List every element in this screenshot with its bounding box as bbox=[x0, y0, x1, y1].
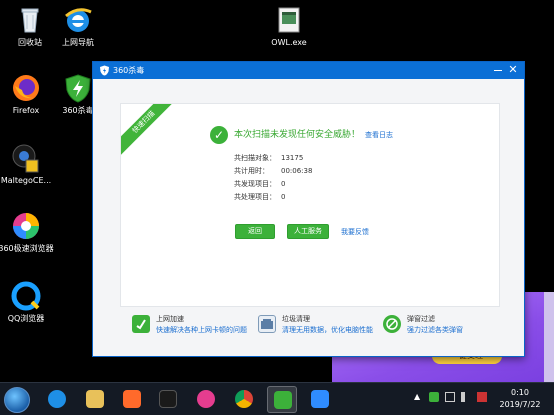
desktop-icon-label: 上网导航 bbox=[62, 38, 94, 47]
tray-flag-icon[interactable] bbox=[477, 392, 487, 402]
feature-desc: 快速解决各种上网卡顿的问题 bbox=[156, 326, 247, 334]
feature-title: 上网加速 bbox=[156, 315, 184, 323]
maltego-taskbar-icon bbox=[159, 390, 177, 408]
antivirus-window: 360杀毒 ✕ 快速扫描 ✓ 本次扫描未发现任何安全威胁！ 查看日志 共扫描对象… bbox=[92, 61, 525, 357]
taskbar-chrome[interactable] bbox=[229, 386, 259, 413]
tray-chevron-icon[interactable]: ▲ bbox=[414, 392, 424, 402]
360-browser-icon bbox=[10, 210, 42, 242]
start-button[interactable] bbox=[4, 387, 30, 413]
scan-type-ribbon: 快速扫描 bbox=[121, 104, 181, 164]
stat-row: 共计用时： 00:06:38 bbox=[234, 165, 354, 178]
view-log-link[interactable]: 查看日志 bbox=[365, 130, 393, 141]
window-titlebar[interactable]: 360杀毒 ✕ bbox=[93, 62, 524, 79]
360-guard-icon bbox=[311, 390, 329, 408]
maltego-icon bbox=[10, 142, 42, 174]
360-shield-taskbar-icon bbox=[274, 391, 292, 409]
taskbar-maltego[interactable] bbox=[153, 386, 183, 413]
desktop-icon-owl-exe[interactable]: OWL.exe bbox=[259, 4, 319, 48]
taskbar-360-guard[interactable] bbox=[305, 386, 335, 413]
tray-360-icon[interactable] bbox=[429, 392, 439, 402]
desktop-icon-maltego[interactable]: MaltegoCE... bbox=[0, 142, 56, 186]
stat-label: 共发现项目： bbox=[234, 180, 276, 188]
desktop-icon-ie-nav[interactable]: 上网导航 bbox=[48, 4, 108, 48]
taskbar: ▲ 0:10 2019/7/22 bbox=[0, 382, 554, 415]
stat-row: 共发现项目： 0 bbox=[234, 178, 354, 191]
desktop-icon-label: OWL.exe bbox=[271, 38, 307, 47]
feature-title: 垃圾清理 bbox=[282, 315, 310, 323]
minimize-button[interactable] bbox=[494, 70, 502, 71]
stat-label: 共计用时： bbox=[234, 167, 269, 175]
ie-browser-icon bbox=[62, 4, 94, 36]
exe-file-icon bbox=[273, 4, 305, 36]
taskbar-clock[interactable]: 0:10 2019/7/22 bbox=[494, 387, 546, 411]
taskbar-360sd[interactable] bbox=[267, 386, 297, 413]
feature-popup-filter[interactable]: 弹窗过滤 强力过滤各类弹窗 bbox=[383, 313, 503, 339]
stat-row: 共处理项目： 0 bbox=[234, 191, 354, 204]
stat-value: 0 bbox=[281, 193, 286, 201]
stat-label: 共处理项目： bbox=[234, 193, 276, 201]
feedback-link[interactable]: 我要反馈 bbox=[341, 227, 369, 238]
desktop-icon-360-browser[interactable]: 360极速浏览器 bbox=[0, 210, 56, 254]
folder-icon bbox=[86, 390, 104, 408]
feature-bar: 上网加速 快速解决各种上网卡顿的问题 垃圾清理 清理无用数据，优化电脑性能 弹窗… bbox=[120, 309, 500, 341]
stat-label: 共扫描对象： bbox=[234, 154, 276, 162]
close-button[interactable]: ✕ bbox=[506, 63, 520, 77]
stat-row: 共扫描对象： 13175 bbox=[234, 152, 354, 165]
360-browser-taskbar-icon bbox=[197, 390, 215, 408]
cleanup-icon bbox=[258, 315, 276, 333]
scan-result-message: 本次扫描未发现任何安全威胁！ bbox=[234, 130, 361, 140]
360-logo-icon bbox=[99, 65, 110, 76]
popup-filter-icon bbox=[383, 315, 401, 333]
desktop-icon-label: QQ浏览器 bbox=[7, 314, 45, 323]
ribbon-label: 快速扫描 bbox=[121, 104, 181, 159]
desktop-icon-label: 360极速浏览器 bbox=[0, 244, 54, 253]
feature-desc: 清理无用数据，优化电脑性能 bbox=[282, 326, 373, 334]
clock-date: 2019/7/22 bbox=[499, 400, 541, 409]
desktop-icon-label: MaltegoCE... bbox=[0, 176, 52, 185]
stat-value: 00:06:38 bbox=[281, 167, 313, 175]
clock-time: 0:10 bbox=[511, 388, 529, 397]
tray-network-icon[interactable] bbox=[445, 392, 455, 402]
tray-volume-icon[interactable] bbox=[461, 392, 471, 402]
scan-result-panel: 快速扫描 ✓ 本次扫描未发现任何安全威胁！ 查看日志 共扫描对象： 13175 … bbox=[120, 103, 500, 307]
feature-desc: 强力过滤各类弹窗 bbox=[407, 326, 463, 334]
recycle-bin-icon bbox=[14, 4, 46, 36]
taskbar-media-player[interactable] bbox=[117, 386, 147, 413]
back-button[interactable]: 返回 bbox=[235, 224, 275, 239]
promo-scrollbar[interactable] bbox=[544, 292, 554, 382]
chrome-icon bbox=[235, 390, 253, 408]
speed-up-icon bbox=[132, 315, 150, 333]
taskbar-ie[interactable] bbox=[42, 386, 72, 413]
manual-service-button[interactable]: 人工服务 bbox=[287, 224, 329, 239]
media-player-icon bbox=[123, 390, 141, 408]
firefox-icon bbox=[10, 72, 42, 104]
stat-value: 13175 bbox=[281, 154, 304, 162]
360-shield-icon bbox=[62, 72, 94, 104]
qq-browser-icon bbox=[10, 280, 42, 312]
taskbar-explorer[interactable] bbox=[80, 386, 110, 413]
ie-taskbar-icon bbox=[48, 390, 66, 408]
desktop-icon-qq-browser[interactable]: QQ浏览器 bbox=[0, 280, 56, 324]
scan-stats: 共扫描对象： 13175 共计用时： 00:06:38 共发现项目： 0 共处理… bbox=[234, 152, 354, 204]
feature-title: 弹窗过滤 bbox=[407, 315, 435, 323]
taskbar-360-browser[interactable] bbox=[191, 386, 221, 413]
stat-value: 0 bbox=[281, 180, 286, 188]
window-title: 360杀毒 bbox=[113, 66, 145, 75]
check-circle-icon: ✓ bbox=[210, 126, 228, 144]
feature-speed-up[interactable]: 上网加速 快速解决各种上网卡顿的问题 bbox=[132, 313, 252, 339]
feature-cleanup[interactable]: 垃圾清理 清理无用数据，优化电脑性能 bbox=[258, 313, 378, 339]
